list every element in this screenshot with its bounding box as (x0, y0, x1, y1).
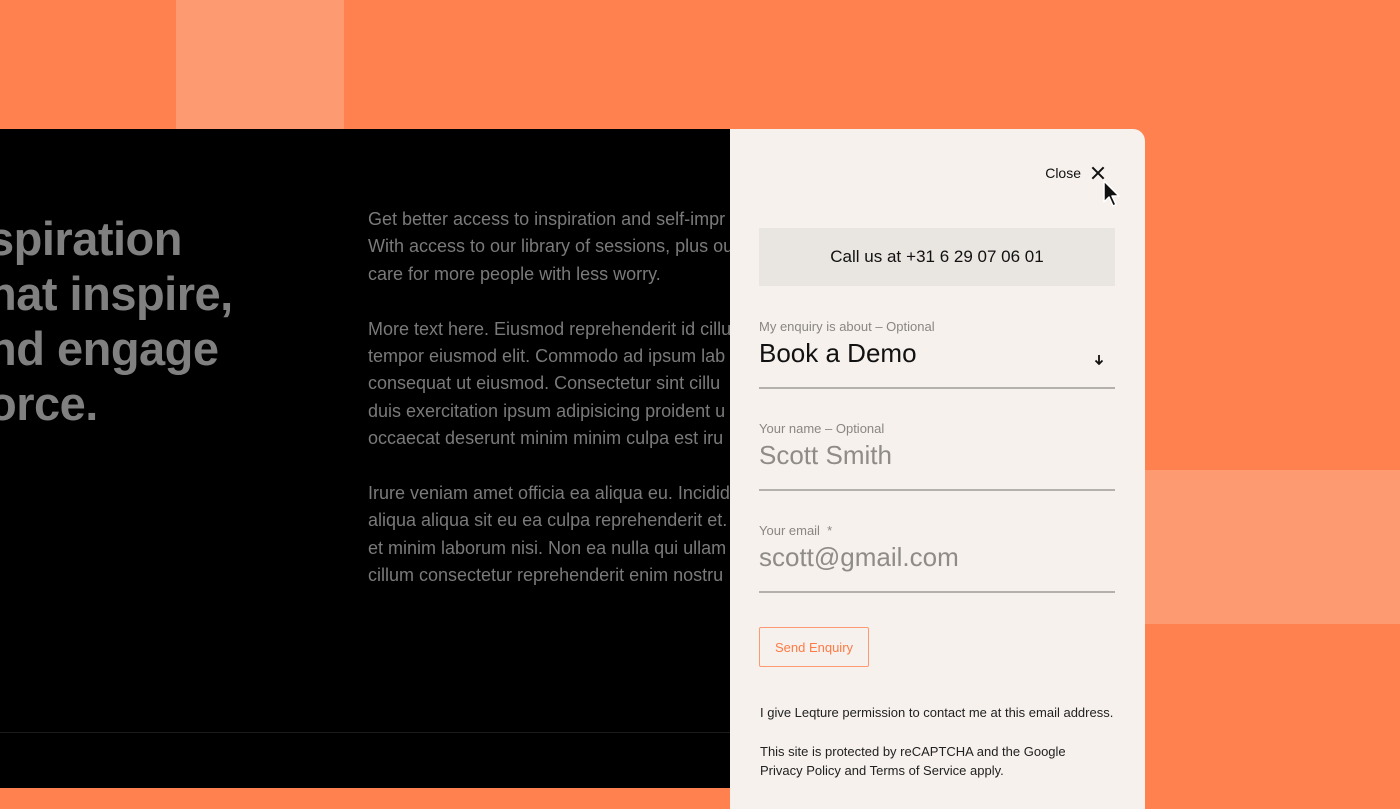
hero-title: spiration hat inspire, nd engage orce. (0, 211, 233, 431)
hero-title-line: spiration (0, 212, 182, 265)
enquiry-select[interactable]: My enquiry is about – Optional Book a De… (759, 319, 1115, 389)
email-input[interactable] (759, 542, 1115, 573)
text-line: et minim laborum nisi. Non ea nulla qui … (368, 537, 727, 558)
text-line: Irure veniam amet officia ea aliqua eu. … (368, 483, 730, 504)
footer-divider (0, 732, 730, 733)
hero-title-line: hat inspire, (0, 267, 233, 320)
permission-text: I give Leqture permission to contact me … (760, 705, 1114, 720)
close-label: Close (1045, 165, 1081, 181)
text-line: With access to our library of sessions, … (368, 236, 730, 257)
name-label: Your name – Optional (759, 421, 885, 436)
hero-title-line: nd engage (0, 322, 219, 375)
recaptcha-notice: This site is protected by reCAPTCHA and … (760, 744, 1066, 778)
arrow-down-icon (1094, 355, 1104, 366)
paragraph: More text here. Eiusmod reprehenderit id… (368, 316, 730, 453)
content-panel: spiration hat inspire, nd engage orce. G… (0, 129, 730, 788)
email-field: Your email * (759, 523, 1115, 593)
enquiry-value[interactable]: Book a Demo (759, 338, 1115, 369)
body-copy: Get better access to inspiration and sel… (368, 206, 730, 617)
name-input[interactable] (759, 440, 1115, 471)
text-line: aliqua aliqua sit eu ea culpa reprehende… (368, 510, 728, 531)
close-button[interactable]: Close (1045, 165, 1105, 181)
call-us-banner: Call us at +31 6 29 07 06 01 (759, 228, 1115, 286)
send-enquiry-button[interactable]: Send Enquiry (759, 627, 869, 667)
hero-title-line: orce. (0, 377, 98, 430)
text-line: consequat ut eiusmod. Consectetur sint c… (368, 373, 721, 394)
text-line: More text here. Eiusmod reprehenderit id… (368, 318, 730, 339)
phone-link[interactable]: +31 6 29 07 06 01 (906, 247, 1044, 267)
background-block-right (1145, 470, 1400, 624)
name-field: Your name – Optional (759, 421, 1115, 491)
paragraph: Irure veniam amet officia ea aliqua eu. … (368, 480, 730, 590)
email-label: Your email * (759, 523, 833, 538)
text-line: duis exercitation ipsum adipisicing proi… (368, 400, 726, 421)
text-line: cillum consectetur reprehenderit enim no… (368, 565, 724, 586)
text-line: care for more people with less worry. (368, 263, 661, 284)
text-line: occaecat deserunt minim minim culpa est … (368, 428, 724, 449)
background-block-top (176, 0, 344, 129)
enquiry-modal: Close Call us at +31 6 29 07 06 01 My en… (730, 129, 1145, 809)
enquiry-label: My enquiry is about – Optional (759, 319, 935, 334)
close-icon[interactable] (1091, 166, 1105, 180)
paragraph: Get better access to inspiration and sel… (368, 206, 730, 288)
text-line: Get better access to inspiration and sel… (368, 209, 726, 229)
text-line: tempor eiusmod elit. Commodo ad ipsum la… (368, 346, 726, 367)
mouse-cursor-icon (1103, 180, 1120, 207)
call-prefix: Call us at (830, 247, 902, 266)
